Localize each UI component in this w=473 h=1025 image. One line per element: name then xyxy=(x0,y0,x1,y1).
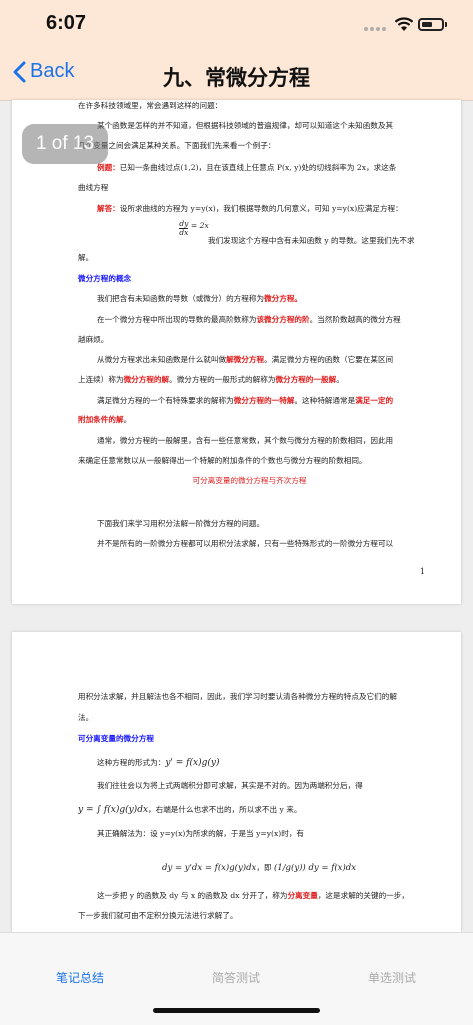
section-link[interactable]: 可分离变量的微分方程与齐次方程 xyxy=(78,475,421,486)
section-heading: 可分离变量的微分方程 xyxy=(78,734,154,743)
answer-label: 解答： xyxy=(97,204,120,213)
paragraph-line: 来确定任意常数以从一般解得出一个特解的附加条件的个数也与微分方程的阶数相同。 xyxy=(78,456,367,465)
paragraph-line: 上连续）称为微分方程的解。微分方程的一般形式的解称为微分方程的一般解。 xyxy=(78,375,344,384)
tab-short-answer-test[interactable]: 简答测试 xyxy=(212,969,260,986)
paragraph-line: 在一个微分方程中所出现的导数的最高阶数称为该微分方程的阶。当然阶数越高的微分方程 xyxy=(97,315,401,324)
status-bar: 6:07 xyxy=(0,0,473,48)
paragraph-line: 从微分方程求出未知函数是什么就叫做解微分方程。满足微分方程的函数（它要在某区间 xyxy=(97,355,394,364)
battery-cap xyxy=(445,22,447,27)
paragraph-line: 下一步我们就可由不定积分换元法进行求解了。 xyxy=(78,911,238,920)
text-line: 在许多科技领域里，常会遇到这样的问题： xyxy=(78,101,223,110)
text-line: 解。 xyxy=(78,253,94,262)
answer-text: 设所求曲线的方程为 y=y(x)，我们根据导数的几何意义，可知 y=y(x)应满… xyxy=(119,204,403,213)
section-heading: 微分方程的概念 xyxy=(78,274,132,283)
tab-single-choice-test[interactable]: 单选测试 xyxy=(368,969,416,986)
battery-icon xyxy=(418,18,444,31)
paragraph-line: 我们把含有未知函数的导数（或微分）的方程称为微分方程。 xyxy=(97,294,303,303)
paragraph-line: y = ∫ f(x)g(y)dx，右端是什么也求不出的，所以求不出 y 来。 xyxy=(78,805,302,815)
text-line: 曲线方程 xyxy=(78,183,109,192)
wifi-icon xyxy=(394,17,414,31)
paragraph-line: 满足微分方程的一个有特殊要求的解称为微分方程的一特解。这种特解通常是满足一定的 xyxy=(97,396,394,405)
answer-line: 解答：设所求曲线的方程为 y=y(x)，我们根据导数的几何意义，可知 y=y(x… xyxy=(78,203,421,214)
status-time: 6:07 xyxy=(46,12,87,34)
example-line: 例题：已知一条曲线过点(1,2)，且在该直线上任意点 P(x, y)处的切线斜率… xyxy=(78,162,421,173)
home-indicator[interactable] xyxy=(153,1008,320,1013)
tab-notes-summary[interactable]: 笔记总结 xyxy=(56,969,104,986)
page-title: 九、常微分方程 xyxy=(163,66,310,90)
text-line: 我们发现这个方程中含有未知函数 y 的导数。这里我们先不求 xyxy=(208,236,415,245)
paragraph-line: 附加条件的解。 xyxy=(78,415,132,424)
navigation-bar: Back 九、常微分方程 xyxy=(0,48,473,101)
document-page-1[interactable]: 在许多科技领域里，常会遇到这样的问题： 某个函数是怎样的并不知道，但根据科技领域… xyxy=(12,100,461,604)
formula-line: dy = y'dx = f(x)g(y)dx，即 (1/g(y)) dy = f… xyxy=(162,863,357,873)
page-number: 1 xyxy=(419,567,425,576)
text-line: 某个函数是怎样的并不知道，但根据科技领域的普遍规律，却可以知道这个未知函数及其 xyxy=(97,121,394,130)
example-label: 例题： xyxy=(97,163,120,172)
page-indicator-badge: 1 of 13 xyxy=(22,124,108,164)
paragraph-line: 法。 xyxy=(78,713,94,722)
example-text: 已知一条曲线过点(1,2)，且在该直线上任意点 P(x, y)处的切线斜率为 2… xyxy=(119,163,397,172)
paragraph-line: 通常，微分方程的一般解里，含有一些任意常数，其个数与微分方程的阶数相同，因此用 xyxy=(97,436,394,445)
paragraph-line: 其正确解法为：设 y=y(x)为所求的解，于是当 y=y(x)时，有 xyxy=(97,829,305,838)
paragraph-line: 这种方程的形式为：y' = f(x)g(y) xyxy=(97,758,220,768)
paragraph-line: 这一步把 y 的函数及 dy 与 x 的函数及 dx 分开了，称为分离变量，这是… xyxy=(97,891,409,900)
formula: y' = f(x)g(y) xyxy=(165,758,220,768)
paragraph-line: 越麻烦。 xyxy=(78,335,109,344)
document-page-2[interactable]: 用积分法求解，并且解法也各不相同，因此，我们学习时要认清各种微分方程的特点及它们… xyxy=(12,632,461,932)
formula: y = ∫ f(x)g(y)dx xyxy=(78,805,149,815)
paragraph-line: 用积分法求解，并且解法也各不相同，因此，我们学习时要认清各种微分方程的特点及它们… xyxy=(78,692,397,701)
paragraph-line: 我们往往会以为将上式两端积分即可求解，其实是不对的。因为两端积分后，得 xyxy=(97,781,363,790)
paragraph-line: 下面我们来学习用积分法解一阶微分方程的问题。 xyxy=(97,519,265,528)
cellular-signal-icon xyxy=(364,27,386,31)
paragraph-line: 并不是所有的一阶微分方程都可以用积分法求解，只有一些特殊形式的一阶微分方程可以 xyxy=(97,539,394,548)
text-line: 几个变量之间会满足某种关系。下面我们先来看一个例子： xyxy=(78,141,276,150)
